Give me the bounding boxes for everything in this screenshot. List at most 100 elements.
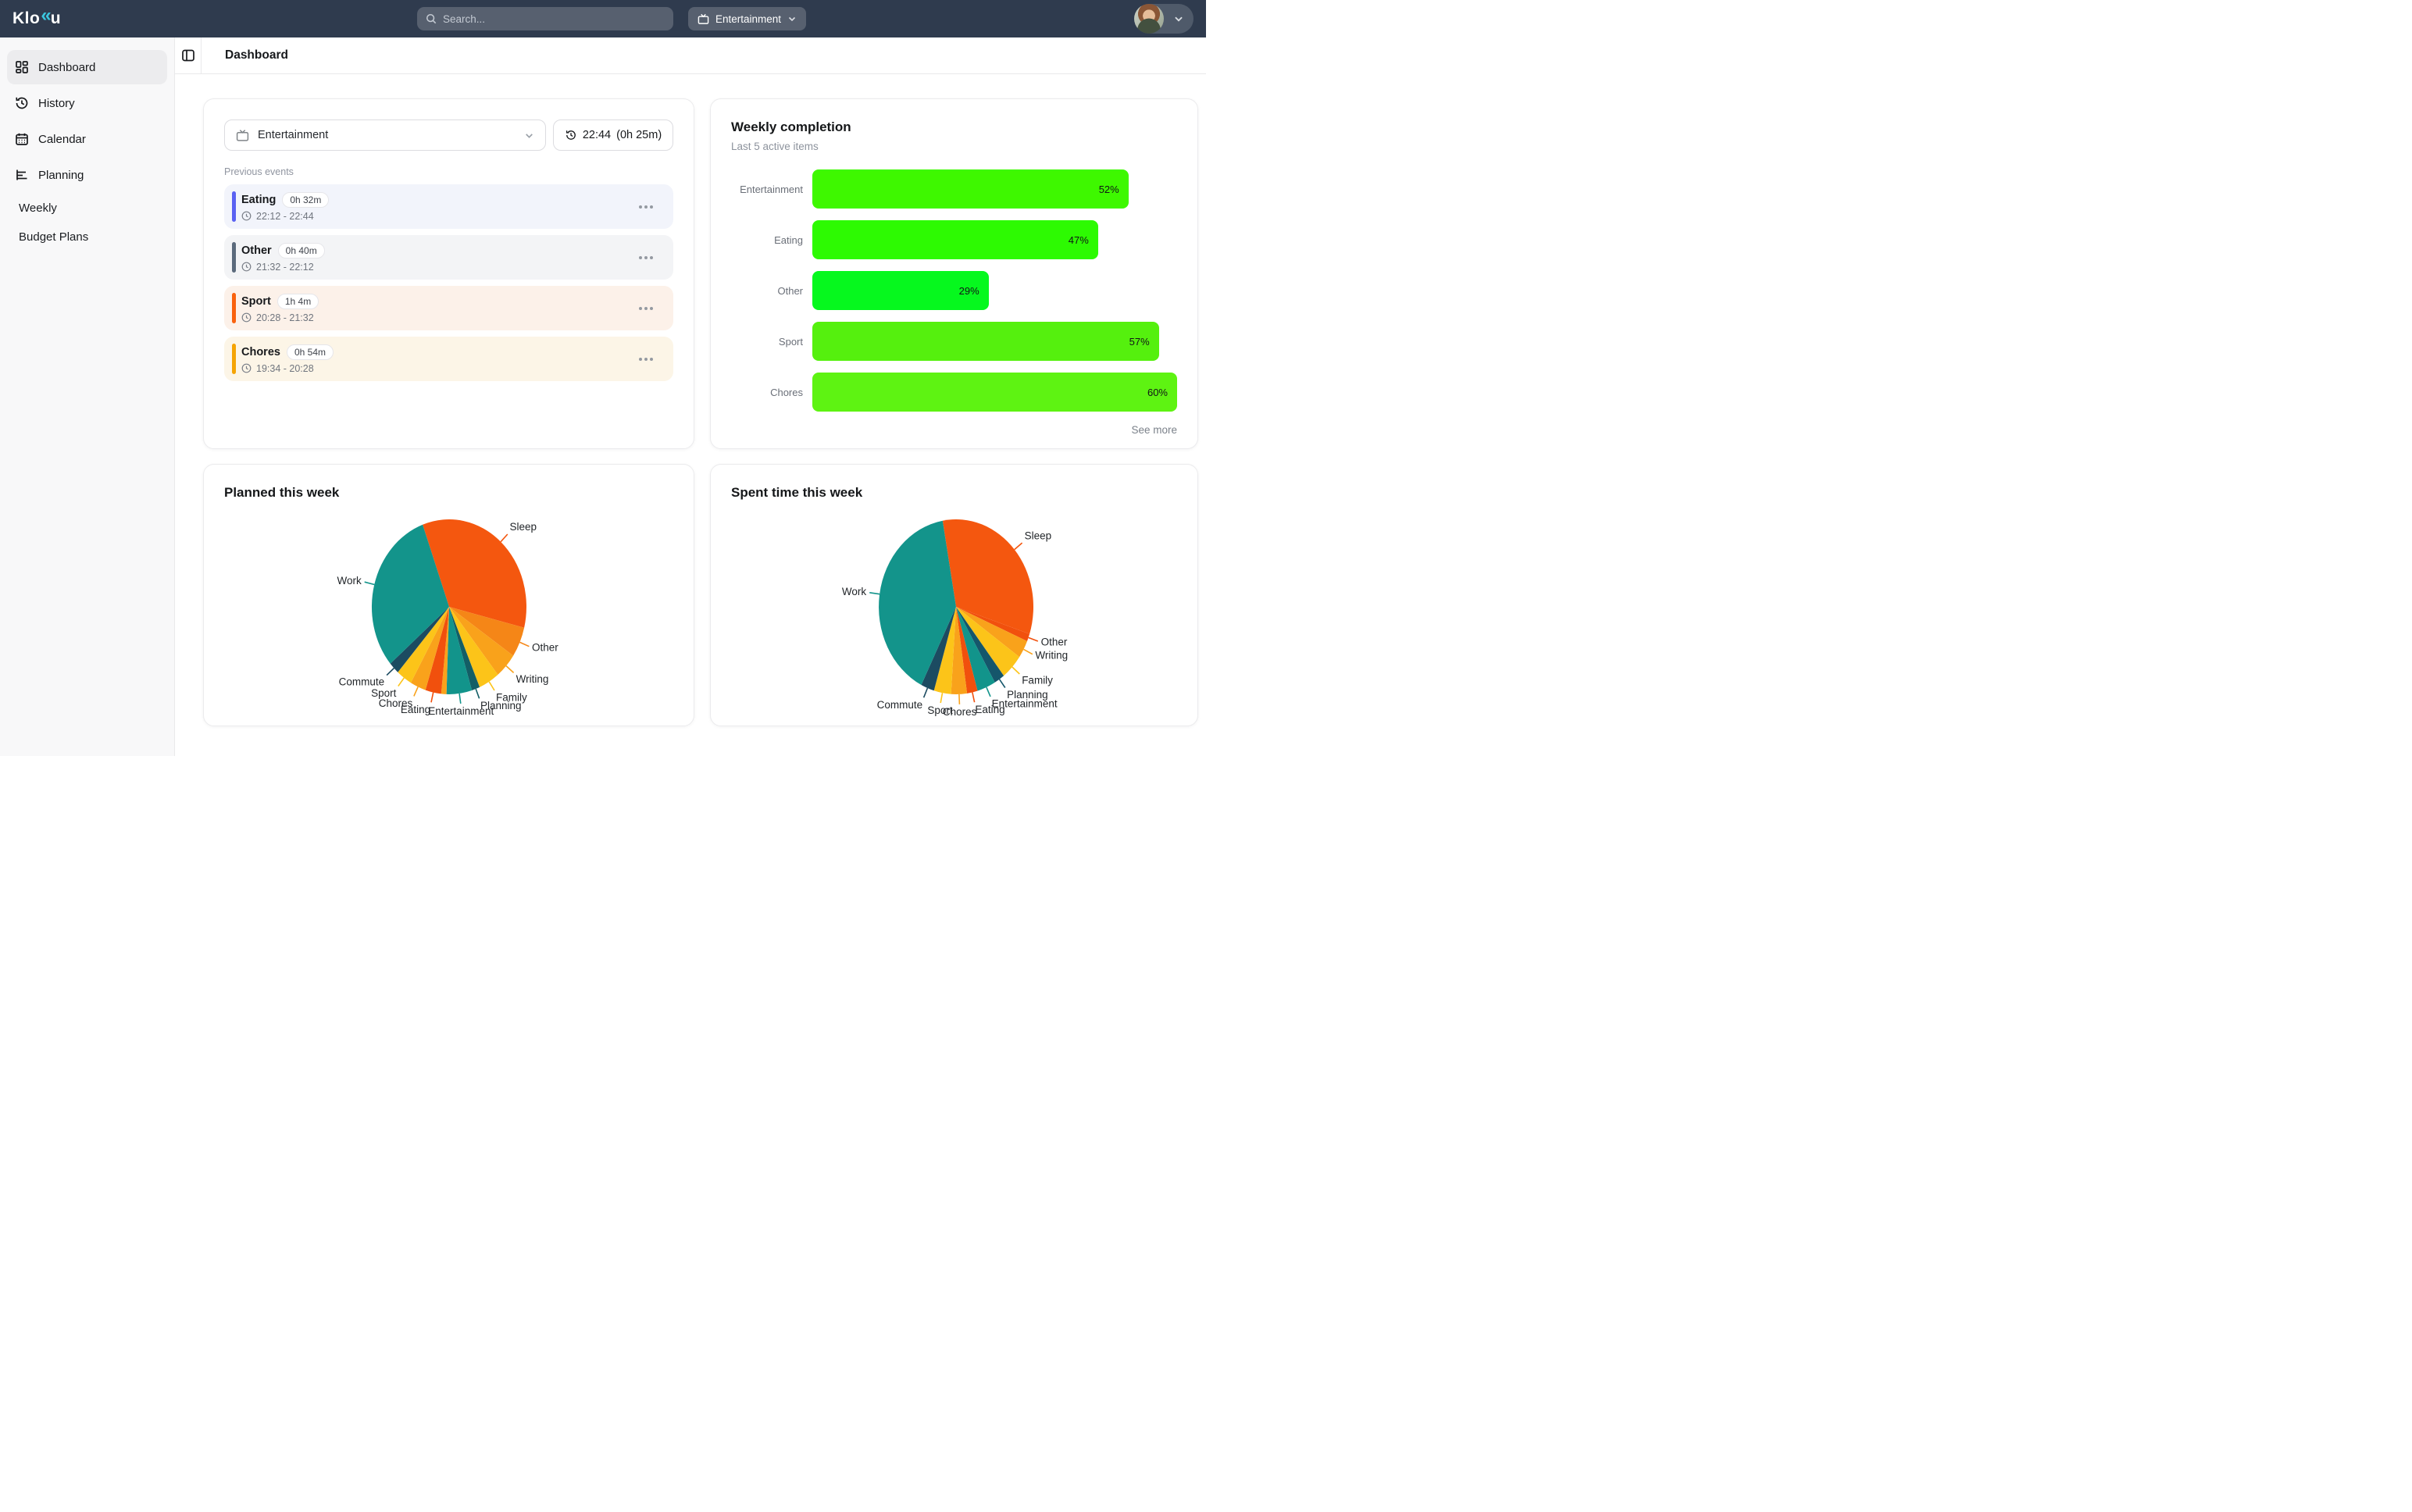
sidebar-item-label: Calendar (38, 133, 86, 146)
event-menu-button[interactable] (636, 202, 656, 212)
tracker-card: Entertainment 22:44 (0h 25m) Previous ev… (203, 98, 694, 449)
sidebar-item-budget-plans[interactable]: Budget Plans (0, 223, 174, 251)
pie-leader-work (365, 582, 375, 584)
bar-track: 29% (812, 271, 1177, 310)
pie-leader-other (520, 642, 530, 646)
spent-week-title: Spent time this week (731, 485, 1177, 501)
search-input[interactable] (443, 13, 665, 25)
event-row[interactable]: Sport 1h 4m 20:28 - 21:32 (224, 286, 673, 330)
sidebar-item-calendar[interactable]: Calendar (7, 122, 167, 156)
search-icon (426, 13, 437, 24)
event-accent-bar (232, 293, 236, 323)
event-duration-badge: 0h 40m (278, 243, 325, 259)
pie-leader-sport (940, 693, 942, 703)
bar-row: Sport57% (731, 322, 1177, 361)
logo-chevrons-icon: « (41, 5, 49, 27)
pie-label-other: Other (532, 641, 558, 653)
session-timer[interactable]: 22:44 (0h 25m) (553, 119, 673, 151)
pie-leader-writing (1024, 649, 1033, 654)
pie-label-work: Work (337, 575, 362, 587)
sidebar-item-weekly[interactable]: Weekly (0, 194, 174, 223)
event-name: Sport (241, 295, 271, 308)
pie-leader-commute (387, 669, 394, 676)
event-row[interactable]: Eating0h 32m22:12 - 22:44 (224, 184, 673, 229)
event-accent-bar (232, 242, 236, 273)
sidebar: Dashboard History Calendar Planning Week… (0, 37, 175, 756)
logo-text-suffix: u (51, 9, 61, 28)
planned-week-pie-chart: SleepOtherWritingFamilyPlanningEntertain… (224, 507, 675, 716)
category-select[interactable]: Entertainment (224, 119, 546, 151)
event-info: Sport 1h 4m 20:28 - 21:32 (241, 294, 319, 323)
bar: 29% (812, 271, 989, 310)
pie-label-sleep: Sleep (1025, 530, 1052, 541)
pie-leader-planning (476, 689, 479, 698)
spent-week-pie-chart: SleepOtherWritingFamilyPlanningEntertain… (731, 507, 1182, 716)
event-info: Chores0h 54m19:34 - 20:28 (241, 344, 334, 374)
app-logo[interactable]: Klo«u (12, 8, 61, 30)
clock-icon (241, 312, 252, 323)
see-more-link[interactable]: See more (731, 424, 1177, 436)
event-row[interactable]: Chores0h 54m19:34 - 20:28 (224, 337, 673, 381)
search-bar[interactable] (417, 7, 673, 30)
history-icon (14, 95, 30, 111)
bar: 60% (812, 373, 1177, 412)
pie-leader-family (1012, 667, 1019, 674)
bar-category-label: Eating (731, 234, 803, 246)
event-row[interactable]: Other 0h 40m 21:32 - 22:12 (224, 235, 673, 280)
calendar-icon (14, 131, 30, 147)
weekly-completion-card: Weekly completion Last 5 active items En… (710, 98, 1198, 449)
bar-row: Entertainment52% (731, 169, 1177, 209)
weekly-completion-subtitle: Last 5 active items (731, 141, 1177, 152)
sidebar-item-history[interactable]: History (7, 86, 167, 120)
panel-toggle-icon (181, 48, 195, 62)
chevron-down-icon (1173, 13, 1184, 24)
bar-category-label: Chores (731, 387, 803, 398)
pie-label-sport: Sport (371, 687, 397, 699)
bar-track: 57% (812, 322, 1177, 361)
pie-label-other: Other (1041, 636, 1068, 647)
event-time-range: 20:28 - 21:32 (256, 312, 314, 323)
events-list: Eating0h 32m22:12 - 22:44 Other 0h 40m 21:3… (224, 184, 673, 381)
event-info: Eating0h 32m22:12 - 22:44 (241, 192, 329, 222)
bar-value-label: 60% (1147, 387, 1168, 398)
logo-text: Klo (12, 9, 40, 28)
event-time-range: 19:34 - 20:28 (256, 363, 314, 374)
event-menu-button[interactable] (636, 355, 656, 364)
timer-time: 22:44 (583, 129, 611, 141)
bar-category-label: Other (731, 285, 803, 297)
tv-icon (698, 13, 709, 25)
pie-label-work: Work (842, 586, 867, 597)
event-duration-badge: 1h 4m (277, 294, 319, 309)
bar: 57% (812, 322, 1159, 361)
bar-value-label: 52% (1099, 184, 1119, 195)
bar-row: Eating 47% (731, 220, 1177, 259)
pie-leader-eating (431, 693, 434, 703)
bar: 52% (812, 169, 1129, 209)
event-accent-bar (232, 191, 236, 222)
event-name: Eating (241, 194, 276, 206)
top-navbar: Klo«u Entertainment (0, 0, 1206, 37)
pie-label-sleep: Sleep (510, 521, 537, 533)
pie-leader-family (489, 682, 494, 690)
user-menu-button[interactable] (1134, 4, 1194, 34)
pie-label-writing: Writing (1035, 650, 1068, 662)
category-switcher-button[interactable]: Entertainment (688, 7, 806, 30)
bar: 47% (812, 220, 1098, 259)
pie-leader-entertainment (987, 687, 990, 697)
clock-icon (241, 211, 252, 221)
pie-label-commute: Commute (339, 676, 385, 687)
event-time-range: 21:32 - 22:12 (256, 262, 314, 273)
event-name: Other (241, 244, 272, 257)
event-duration-badge: 0h 54m (287, 344, 334, 360)
sidebar-item-planning[interactable]: Planning (7, 158, 167, 192)
pie-leader-chores (959, 694, 960, 704)
event-menu-button[interactable] (636, 253, 656, 262)
sidebar-toggle-button[interactable] (175, 37, 202, 73)
event-menu-button[interactable] (636, 304, 656, 313)
planned-week-card: Planned this week SleepOtherWritingFamil… (203, 464, 694, 726)
main-area: Dashboard Entertainment 22:44 (175, 37, 1206, 756)
sidebar-item-dashboard[interactable]: Dashboard (7, 50, 167, 84)
sidebar-item-label: Dashboard (38, 61, 95, 74)
sidebar-item-label: History (38, 97, 75, 110)
bar-track: 60% (812, 373, 1177, 412)
